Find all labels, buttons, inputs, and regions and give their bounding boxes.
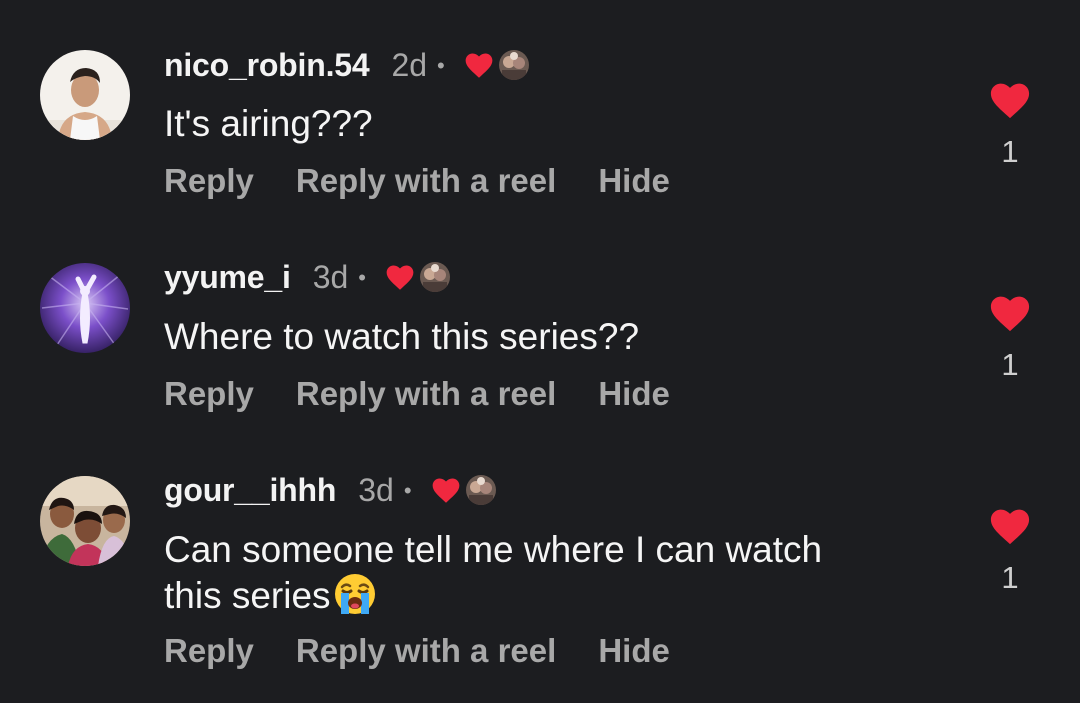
creator-avatar <box>498 50 529 80</box>
like-control: 1 <box>986 293 1034 383</box>
comment-text-line: this series <box>164 572 944 618</box>
reply-with-reel-button[interactable]: Reply with a reel <box>296 375 556 413</box>
comment-text: Where to watch this series?? <box>164 316 640 357</box>
creator-liked-heart-icon <box>432 478 459 503</box>
avatar[interactable] <box>40 476 130 566</box>
reply-button[interactable]: Reply <box>164 162 254 200</box>
like-count: 1 <box>1001 134 1019 169</box>
creator-liked-heart-icon <box>465 53 493 78</box>
hide-button[interactable]: Hide <box>598 375 670 413</box>
like-control: 1 <box>986 506 1034 596</box>
hide-button[interactable]: Hide <box>598 632 670 670</box>
comment-meta: yyume_i 3d • <box>164 256 450 298</box>
hide-button[interactable]: Hide <box>598 162 670 200</box>
reply-button[interactable]: Reply <box>164 375 254 413</box>
comment-text: Can someone tell me where I can watch th… <box>164 528 944 618</box>
reply-button[interactable]: Reply <box>164 632 254 670</box>
creator-liked-heart-icon <box>386 265 414 290</box>
comment-meta: nico_robin.54 2d • <box>164 44 529 86</box>
timestamp: 3d <box>312 258 349 295</box>
reply-with-reel-button[interactable]: Reply with a reel <box>296 162 556 200</box>
comment-actions: Reply Reply with a reel Hide <box>164 632 670 670</box>
separator-dot: • <box>437 53 445 78</box>
timestamp: 3d <box>358 471 394 508</box>
creator-avatar <box>465 475 496 505</box>
comment-text: It's airing??? <box>164 103 373 144</box>
separator-dot: • <box>358 265 366 290</box>
comment-meta: gour__ihhh 3d • <box>164 469 496 511</box>
avatar[interactable] <box>40 50 130 140</box>
comment-text-line: Can someone tell me where I can watch <box>164 529 823 570</box>
comment-actions: Reply Reply with a reel Hide <box>164 162 670 200</box>
reply-with-reel-button[interactable]: Reply with a reel <box>296 632 556 670</box>
loudly-crying-face-emoji-icon <box>334 574 375 614</box>
like-count: 1 <box>1001 347 1019 382</box>
like-heart-icon[interactable] <box>988 293 1032 333</box>
like-count: 1 <box>1001 560 1019 595</box>
username[interactable]: yyume_i <box>164 259 291 296</box>
username[interactable]: nico_robin.54 <box>164 47 370 84</box>
username[interactable]: gour__ihhh <box>164 472 336 509</box>
comment-text-segment: this series <box>164 575 331 616</box>
creator-avatar <box>419 262 450 292</box>
avatar[interactable] <box>40 263 130 353</box>
comment-actions: Reply Reply with a reel Hide <box>164 375 670 413</box>
timestamp: 2d <box>391 46 428 83</box>
separator-dot: • <box>403 478 412 503</box>
like-heart-icon[interactable] <box>988 506 1032 546</box>
like-control: 1 <box>986 80 1034 170</box>
like-heart-icon[interactable] <box>988 80 1032 120</box>
